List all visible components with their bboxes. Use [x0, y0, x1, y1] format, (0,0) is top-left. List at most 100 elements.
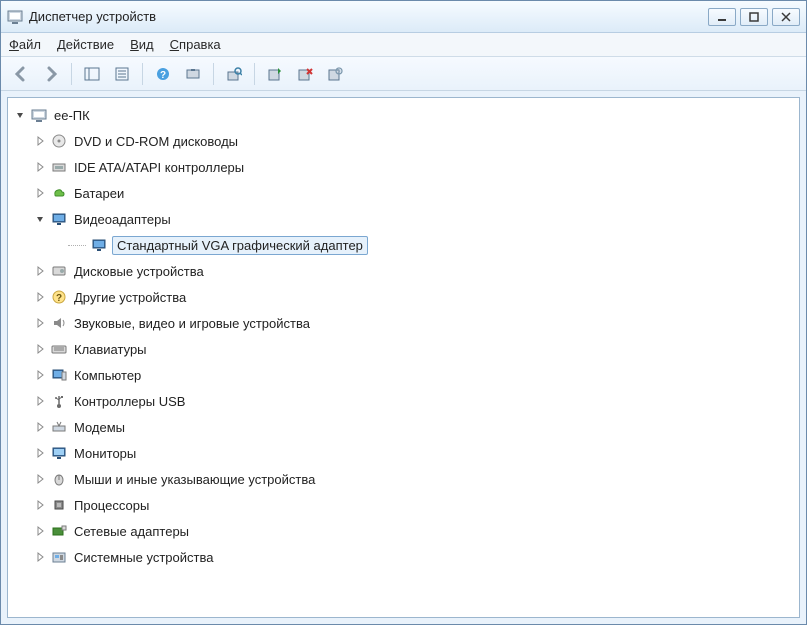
update-driver-button[interactable] — [220, 60, 248, 88]
expand-arrow-icon[interactable] — [34, 343, 46, 355]
tree-item-label: Видеоадаптеры — [72, 211, 173, 228]
tree-item-label: Клавиатуры — [72, 341, 149, 358]
tree-item-label: Стандартный VGA графический адаптер — [112, 236, 368, 255]
back-button[interactable] — [7, 60, 35, 88]
tree-category[interactable]: IDE ATA/ATAPI контроллеры — [8, 154, 799, 180]
toolbar-separator — [254, 63, 255, 85]
tree-item-label: Батареи — [72, 185, 126, 202]
expand-arrow-icon[interactable] — [34, 395, 46, 407]
expand-arrow-icon[interactable] — [34, 369, 46, 381]
expand-arrow-icon[interactable] — [34, 447, 46, 459]
menu-view[interactable]: Вид — [130, 37, 154, 52]
svg-text:?: ? — [160, 70, 166, 81]
tree-category[interactable]: Звуковые, видео и игровые устройства — [8, 310, 799, 336]
expand-arrow-icon[interactable] — [34, 213, 46, 225]
expand-arrow-icon[interactable] — [34, 291, 46, 303]
maximize-button[interactable] — [740, 8, 768, 26]
root-icon — [30, 106, 48, 124]
toolbar: ? — [1, 57, 806, 91]
tree-item-label: Звуковые, видео и игровые устройства — [72, 315, 312, 332]
minimize-button[interactable] — [708, 8, 736, 26]
scan-hardware-button[interactable] — [179, 60, 207, 88]
menubar: Файл Действие Вид Справка — [1, 33, 806, 57]
ide-icon — [50, 158, 68, 176]
properties-button[interactable] — [108, 60, 136, 88]
tree-category[interactable]: Видеоадаптеры — [8, 206, 799, 232]
tree-category[interactable]: Батареи — [8, 180, 799, 206]
expand-arrow-icon[interactable] — [34, 551, 46, 563]
battery-icon — [50, 184, 68, 202]
cpu-icon — [50, 496, 68, 514]
tree-category[interactable]: DVD и CD-ROM дисководы — [8, 128, 799, 154]
tree-category[interactable]: Модемы — [8, 414, 799, 440]
monitor-icon — [50, 444, 68, 462]
tree-item-label: IDE ATA/ATAPI контроллеры — [72, 159, 246, 176]
tree-category[interactable]: Процессоры — [8, 492, 799, 518]
expand-arrow-icon[interactable] — [34, 421, 46, 433]
help-button[interactable]: ? — [149, 60, 177, 88]
tree-category[interactable]: Контроллеры USB — [8, 388, 799, 414]
modem-icon — [50, 418, 68, 436]
sound-icon — [50, 314, 68, 332]
tree-item-label: Контроллеры USB — [72, 393, 187, 410]
expand-arrow-icon[interactable] — [14, 109, 26, 121]
expand-arrow-icon[interactable] — [34, 135, 46, 147]
tree-item-label: Дисковые устройства — [72, 263, 206, 280]
show-hide-tree-button[interactable] — [78, 60, 106, 88]
tree-item-label: Модемы — [72, 419, 127, 436]
menu-help[interactable]: Справка — [170, 37, 221, 52]
tree-item-label: ee-ПК — [52, 107, 92, 124]
titlebar: Диспетчер устройств — [1, 1, 806, 33]
tree-category[interactable]: Системные устройства — [8, 544, 799, 570]
tree-category[interactable]: ? Другие устройства — [8, 284, 799, 310]
tree-category[interactable]: Мониторы — [8, 440, 799, 466]
close-button[interactable] — [772, 8, 800, 26]
tree-category[interactable]: Дисковые устройства — [8, 258, 799, 284]
device-manager-icon — [7, 9, 23, 25]
display-icon — [90, 236, 108, 254]
expand-arrow-icon[interactable] — [34, 161, 46, 173]
tree-item-label: Другие устройства — [72, 289, 188, 306]
tree-item-label: Мыши и иные указывающие устройства — [72, 471, 317, 488]
tree-item-label: Сетевые адаптеры — [72, 523, 191, 540]
expand-arrow-icon[interactable] — [34, 473, 46, 485]
menu-action[interactable]: Действие — [57, 37, 114, 52]
tree-item-label: Мониторы — [72, 445, 138, 462]
toolbar-separator — [142, 63, 143, 85]
expand-arrow-icon[interactable] — [34, 265, 46, 277]
window-title: Диспетчер устройств — [29, 9, 708, 24]
device-tree-panel[interactable]: ee-ПК DVD и CD-ROM дисководы IDE ATA/ATAPI… — [7, 97, 800, 618]
usb-icon — [50, 392, 68, 410]
menu-file[interactable]: Файл — [9, 37, 41, 52]
enable-device-button[interactable] — [261, 60, 289, 88]
question-icon: ? — [50, 288, 68, 306]
mouse-icon — [50, 470, 68, 488]
disc-icon — [50, 132, 68, 150]
toolbar-separator — [71, 63, 72, 85]
uninstall-device-button[interactable] — [291, 60, 319, 88]
device-manager-window: Диспетчер устройств Файл Действие Вид Сп… — [0, 0, 807, 625]
expand-arrow-icon[interactable] — [34, 317, 46, 329]
tree-category[interactable]: Клавиатуры — [8, 336, 799, 362]
tree-item-label: Системные устройства — [72, 549, 215, 566]
expand-arrow-icon[interactable] — [34, 499, 46, 511]
display-icon — [50, 210, 68, 228]
tree-category[interactable]: Компьютер — [8, 362, 799, 388]
system-icon — [50, 548, 68, 566]
tree-device[interactable]: Стандартный VGA графический адаптер — [8, 232, 799, 258]
svg-text:?: ? — [56, 293, 62, 304]
forward-button[interactable] — [37, 60, 65, 88]
tree-category[interactable]: Мыши и иные указывающие устройства — [8, 466, 799, 492]
window-buttons — [708, 8, 800, 26]
network-icon — [50, 522, 68, 540]
tree-category[interactable]: Сетевые адаптеры — [8, 518, 799, 544]
expand-arrow-icon[interactable] — [34, 525, 46, 537]
keyboard-icon — [50, 340, 68, 358]
computer-icon — [50, 366, 68, 384]
scan-changes-button[interactable] — [321, 60, 349, 88]
tree-item-label: DVD и CD-ROM дисководы — [72, 133, 240, 150]
content-wrap: ee-ПК DVD и CD-ROM дисководы IDE ATA/ATAPI… — [1, 91, 806, 624]
expand-arrow-icon[interactable] — [34, 187, 46, 199]
toolbar-separator — [213, 63, 214, 85]
tree-root[interactable]: ee-ПК — [8, 102, 799, 128]
